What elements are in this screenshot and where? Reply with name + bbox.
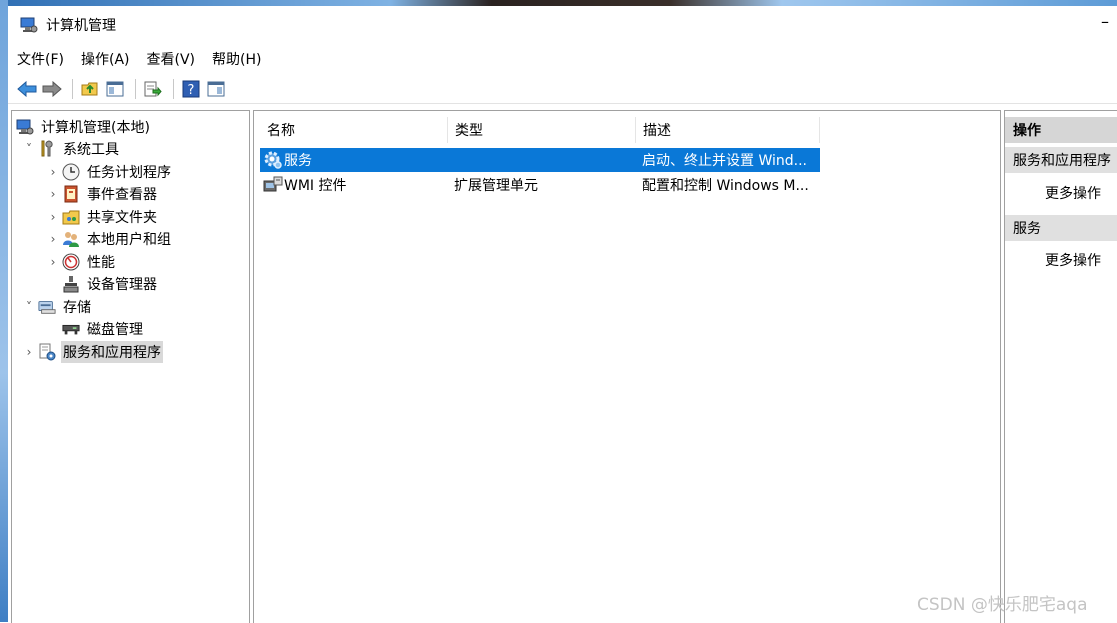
menu-action[interactable]: 操作(A) (72, 46, 138, 70)
tree-item-label: 性能 (87, 255, 115, 271)
services-gear-icon (262, 148, 284, 172)
collapse-chevron-icon[interactable]: ˅ (22, 142, 36, 156)
more-actions-link[interactable]: 更多操作 (1045, 250, 1101, 270)
more-actions-link[interactable]: 更多操作 (1045, 183, 1101, 203)
actions-header: 操作 (1005, 117, 1117, 143)
back-arrow-icon[interactable] (16, 78, 38, 100)
disk-management-icon (62, 320, 80, 338)
toolbar-separator (173, 78, 174, 99)
performance-icon (62, 253, 80, 271)
export-list-icon[interactable] (142, 78, 164, 100)
forward-arrow-icon[interactable] (41, 78, 63, 100)
wmi-control-icon (262, 173, 284, 197)
tree-item-disk-management[interactable]: 磁盘管理 (46, 318, 145, 340)
watermark-text: CSDN @快乐肥宅aqa (917, 595, 1088, 615)
tree-item-event-viewer[interactable]: › 事件查看器 (46, 183, 159, 205)
toolbar: ? (8, 74, 1117, 104)
tree-item-label: 共享文件夹 (87, 210, 157, 226)
show-hide-tree-icon[interactable] (104, 78, 126, 100)
column-header-type[interactable]: 类型 (448, 117, 636, 143)
services-apps-icon (38, 343, 56, 361)
tree-item-label: 事件查看器 (87, 187, 157, 203)
window-title: 计算机管理 (46, 18, 116, 34)
console-tree-pane[interactable]: 计算机管理(本地) ˅ 系统工具 › 任务计划程序 › 事件查看器 › 共享文件… (11, 110, 250, 623)
action-pane-icon[interactable] (205, 78, 227, 100)
collapse-chevron-icon[interactable]: ˅ (22, 300, 36, 314)
tree-item-task-scheduler[interactable]: › 任务计划程序 (46, 161, 173, 183)
svg-text:?: ? (188, 83, 195, 98)
expand-chevron-icon[interactable]: › (46, 165, 60, 179)
toolbar-separator (72, 78, 73, 99)
column-header-description[interactable]: 描述 (636, 117, 820, 143)
tree-item-storage[interactable]: ˅ 存储 (22, 296, 93, 318)
computer-management-icon (16, 118, 34, 136)
menu-file[interactable]: 文件(F) (8, 46, 72, 70)
expand-chevron-icon[interactable]: › (46, 187, 60, 201)
results-list-pane[interactable]: 名称 类型 描述 服务 启动、终止并设置 Wind... WMI 控件 扩展管理… (253, 110, 1001, 623)
action-section-services-apps[interactable]: 服务和应用程序 (1005, 147, 1117, 173)
menu-view[interactable]: 查看(V) (138, 46, 204, 70)
device-manager-icon (62, 275, 80, 293)
folder-up-icon[interactable] (79, 78, 101, 100)
tree-item-label: 本地用户和组 (87, 232, 171, 248)
expand-chevron-icon[interactable]: › (46, 210, 60, 224)
list-row-services[interactable]: 服务 启动、终止并设置 Wind... (260, 148, 820, 172)
minimize-button[interactable]: – (1101, 12, 1109, 31)
tree-item-label: 磁盘管理 (87, 322, 143, 338)
system-tools-icon (38, 140, 56, 158)
tree-item-system-tools[interactable]: ˅ 系统工具 (22, 138, 121, 160)
list-cell-type (454, 148, 634, 172)
list-row-wmi-control[interactable]: WMI 控件 扩展管理单元 配置和控制 Windows M... (260, 173, 820, 197)
tree-item-computer-management[interactable]: 计算机管理(本地) (14, 116, 152, 138)
tree-item-label: 服务和应用程序 (61, 341, 163, 363)
desktop-background-left (0, 0, 8, 622)
tree-item-device-manager[interactable]: 设备管理器 (46, 273, 159, 295)
list-cell-description: 启动、终止并设置 Wind... (642, 153, 807, 169)
tree-item-label: 计算机管理(本地) (41, 120, 150, 136)
tree-item-shared-folders[interactable]: › 共享文件夹 (46, 206, 159, 228)
list-cell-name: WMI 控件 (284, 178, 347, 194)
task-scheduler-icon (62, 163, 80, 181)
toolbar-separator (135, 78, 136, 99)
computer-management-icon (20, 16, 38, 38)
local-users-icon (62, 230, 80, 248)
event-viewer-icon (62, 185, 80, 203)
storage-icon (38, 298, 56, 316)
expand-chevron-icon[interactable]: › (46, 232, 60, 246)
shared-folders-icon (62, 208, 80, 226)
tree-item-performance[interactable]: › 性能 (46, 251, 117, 273)
title-bar[interactable]: 计算机管理 – (8, 6, 1117, 42)
menu-bar: 文件(F) 操作(A) 查看(V) 帮助(H) (8, 46, 1117, 70)
list-cell-name: 服务 (284, 153, 312, 169)
action-section-services[interactable]: 服务 (1005, 215, 1117, 241)
tree-item-label: 设备管理器 (87, 277, 157, 293)
list-cell-description: 配置和控制 Windows M... (642, 178, 809, 194)
tree-item-local-users[interactable]: › 本地用户和组 (46, 228, 173, 250)
tree-item-label: 存储 (63, 300, 91, 316)
menu-help[interactable]: 帮助(H) (203, 46, 269, 70)
help-icon[interactable]: ? (180, 78, 202, 100)
computer-management-window: 计算机管理 – 文件(F) 操作(A) 查看(V) 帮助(H) ? 计算机管理(… (8, 6, 1117, 623)
expand-chevron-icon[interactable]: › (46, 255, 60, 269)
tree-item-services-apps[interactable]: › 服务和应用程序 (22, 341, 163, 363)
column-header-name[interactable]: 名称 (260, 117, 448, 143)
list-cell-type: 扩展管理单元 (454, 178, 538, 194)
expand-chevron-icon[interactable]: › (22, 345, 36, 359)
tree-item-label: 任务计划程序 (87, 165, 171, 181)
actions-pane: 操作 服务和应用程序 更多操作 服务 更多操作 (1004, 110, 1117, 623)
tree-item-label: 系统工具 (63, 142, 119, 158)
